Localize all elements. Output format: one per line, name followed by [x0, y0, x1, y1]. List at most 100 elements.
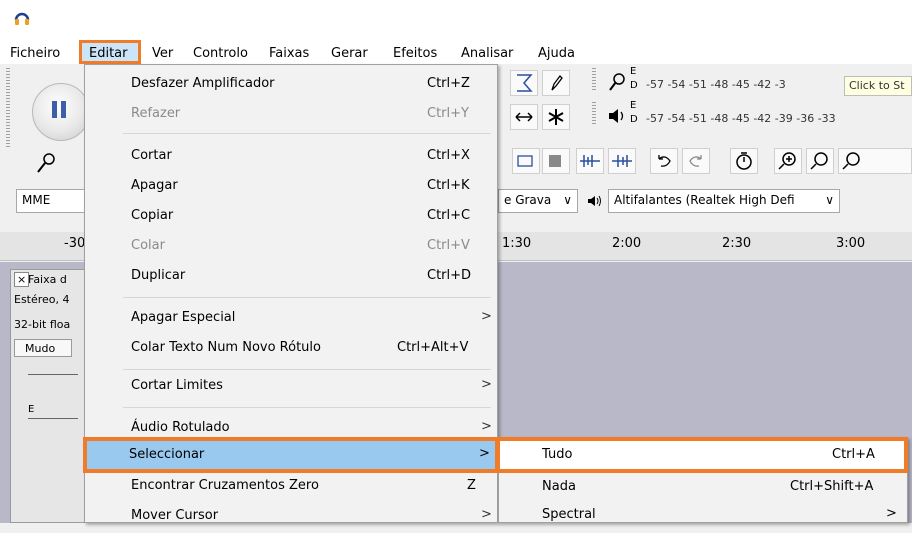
- pause-icon: [61, 101, 66, 118]
- menu-item-desfazer[interactable]: Desfazer Amplificador Ctrl+Z: [85, 71, 497, 101]
- menu-item-copiar[interactable]: Copiar Ctrl+C: [85, 203, 497, 233]
- meter-letter-e: E: [630, 100, 637, 111]
- waveform-icon: [580, 155, 600, 167]
- menu-item-encontrar-cruzamentos[interactable]: Encontrar Cruzamentos Zero Z: [85, 473, 497, 503]
- chevron-right-icon: >: [481, 377, 492, 392]
- envelope-tool-button[interactable]: [510, 70, 538, 96]
- menu-item-duplicar[interactable]: Duplicar Ctrl+D: [85, 263, 497, 293]
- playback-device-combo[interactable]: Altifalantes (Realtek High Defi ∨: [608, 189, 840, 213]
- chevron-right-icon: >: [481, 419, 492, 434]
- playback-device-value: Altifalantes (Realtek High Defi: [614, 193, 795, 207]
- redo-button[interactable]: [682, 148, 710, 174]
- menu-analisar[interactable]: Analisar: [461, 46, 513, 61]
- menu-ajuda[interactable]: Ajuda: [538, 46, 575, 61]
- menu-item-mover-cursor[interactable]: Mover Cursor >: [85, 503, 497, 533]
- microphone-icon[interactable]: [604, 70, 630, 94]
- mute-button[interactable]: Mudo: [14, 339, 72, 357]
- track-close-icon[interactable]: ×: [14, 272, 30, 287]
- chevron-down-icon: ∨: [563, 193, 572, 207]
- pause-icon: [52, 101, 57, 118]
- sync-lock-button[interactable]: [730, 148, 758, 174]
- pan-slider[interactable]: [28, 418, 78, 419]
- menu-gerar[interactable]: Gerar: [331, 46, 368, 61]
- menu-item-shortcut: Ctrl+K: [427, 178, 470, 193]
- menu-item-shortcut: Ctrl+Shift+A: [790, 479, 874, 494]
- track-control-panel[interactable]: [10, 269, 88, 523]
- gain-slider[interactable]: [28, 374, 78, 375]
- submenu-item-nada[interactable]: Nada Ctrl+Shift+A: [498, 474, 908, 502]
- envelope-icon: [517, 74, 533, 92]
- submenu-item-tudo[interactable]: Tudo Ctrl+A: [496, 437, 908, 473]
- multi-tool-button[interactable]: [542, 104, 570, 130]
- menu-item-label: Cortar: [131, 148, 172, 163]
- menu-item-cortar[interactable]: Cortar Ctrl+X: [85, 143, 497, 173]
- timeshift-icon: [515, 112, 533, 122]
- menu-item-colar-texto-rotulo[interactable]: Colar Texto Num Novo Rótulo Ctrl+Alt+V: [85, 335, 497, 365]
- menu-faixas[interactable]: Faixas: [269, 46, 309, 61]
- microphone-icon[interactable]: [32, 150, 60, 176]
- ruler-tick-label: 3:00: [836, 236, 866, 251]
- waveform-icon: [612, 155, 632, 167]
- zoom-fit-button[interactable]: [608, 148, 636, 174]
- ruler-tick-label: 2:00: [612, 236, 642, 251]
- menu-item-apagar[interactable]: Apagar Ctrl+K: [85, 173, 497, 203]
- meter-grip[interactable]: [592, 102, 596, 126]
- timer-icon: [736, 152, 752, 170]
- menu-item-shortcut: Ctrl+C: [427, 208, 471, 223]
- ruler-tick-label: 2:30: [722, 236, 752, 251]
- menu-separator: [123, 407, 491, 408]
- timeshift-tool-button[interactable]: [510, 104, 538, 130]
- menu-item-label: Colar: [131, 238, 165, 253]
- toolbar-grip[interactable]: [6, 68, 10, 148]
- pencil-icon: [551, 75, 563, 91]
- menu-ficheiro[interactable]: Ficheiro: [10, 46, 60, 61]
- menu-separator: [123, 133, 491, 134]
- zoom-icon: [842, 152, 860, 170]
- track-info-format: 32-bit floa: [14, 318, 71, 331]
- title-bar: [0, 0, 912, 40]
- menu-item-seleccionar[interactable]: Seleccionar >: [83, 437, 499, 473]
- menu-item-label: Mover Cursor: [131, 508, 219, 523]
- menu-item-refazer[interactable]: Refazer Ctrl+Y: [85, 101, 497, 131]
- zoom-fit-selection-button[interactable]: [838, 148, 912, 174]
- undo-button[interactable]: [650, 148, 678, 174]
- trim-outside-button[interactable]: [512, 148, 540, 174]
- ruler-tick-label: 1:30: [502, 236, 532, 251]
- zoom-in-button[interactable]: [774, 148, 802, 174]
- submenu-item-spectral[interactable]: Spectral >: [498, 502, 908, 523]
- menu-editar[interactable]: Editar: [89, 46, 128, 61]
- zoom-out-button[interactable]: [806, 148, 834, 174]
- recording-device-combo[interactable]: e Grava ∨: [498, 189, 578, 213]
- menu-separator: [123, 369, 491, 370]
- speaker-icon: [588, 195, 601, 207]
- record-meter-hint[interactable]: Click to St: [844, 76, 912, 96]
- menu-controlo[interactable]: Controlo: [193, 46, 248, 61]
- chevron-right-icon: >: [479, 446, 490, 461]
- meter-letter-e: E: [630, 66, 637, 77]
- menu-item-label: Nada: [542, 479, 576, 494]
- silence-icon: [549, 155, 561, 167]
- meter-grip[interactable]: [592, 68, 596, 92]
- redo-icon: [689, 155, 702, 167]
- record-meter-scale: -57 -54 -51 -48 -45 -42 -3: [646, 78, 786, 91]
- record-meter[interactable]: -57 -54 -51 -48 -45 -42 -3: [642, 76, 844, 96]
- speaker-icon[interactable]: [604, 104, 630, 128]
- meter-letter-d: D: [630, 80, 638, 91]
- track-info-channels: Estéreo, 4: [14, 293, 70, 306]
- playback-meter[interactable]: -57 -54 -51 -48 -45 -42 -39 -36 -33: [642, 110, 912, 130]
- menu-efeitos[interactable]: Efeitos: [393, 46, 437, 61]
- host-combo-value: MME: [22, 193, 51, 207]
- host-combo[interactable]: MME: [16, 189, 86, 213]
- menu-item-label: Duplicar: [131, 268, 186, 283]
- menu-item-apagar-especial[interactable]: Apagar Especial >: [85, 305, 497, 335]
- asterisk-icon: [548, 109, 564, 125]
- silence-button[interactable]: [542, 148, 570, 174]
- menu-item-shortcut: Ctrl+D: [427, 268, 472, 283]
- draw-tool-button[interactable]: [542, 70, 570, 96]
- menu-ver[interactable]: Ver: [152, 46, 173, 61]
- zoom-sel-button[interactable]: [576, 148, 604, 174]
- menu-item-label: Colar Texto Num Novo Rótulo: [131, 340, 321, 355]
- track-name[interactable]: Faixa d: [28, 273, 67, 286]
- menu-item-cortar-limites[interactable]: Cortar Limites >: [85, 373, 497, 403]
- menu-item-colar[interactable]: Colar Ctrl+V: [85, 233, 497, 263]
